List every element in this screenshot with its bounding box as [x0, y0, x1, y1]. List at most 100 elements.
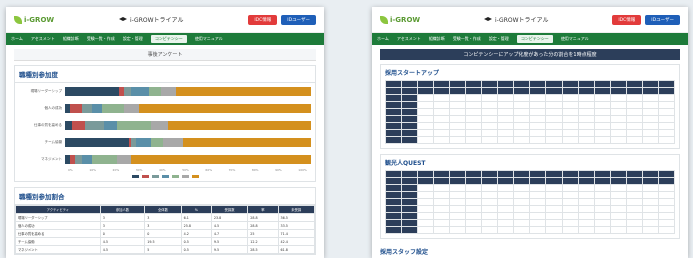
table-cell [641, 87, 659, 95]
table-cell [609, 205, 627, 213]
table-cell [641, 115, 659, 123]
logo-text: i-GROW [390, 15, 421, 24]
chart-row-label: 個人の成功 [44, 106, 63, 110]
stacked-bar [65, 138, 311, 147]
table-cell [449, 219, 467, 227]
bar-segment [74, 155, 83, 164]
nav-settings[interactable]: 設定・管理 [489, 36, 509, 42]
nav-diagnosis[interactable]: 組織診断 [63, 36, 79, 42]
nav-diagnosis[interactable]: 組織診断 [429, 36, 445, 42]
table-cell [561, 198, 579, 206]
table-cell [545, 219, 563, 227]
table-cell [657, 177, 676, 185]
table-cell [465, 184, 483, 192]
legend-swatch [151, 175, 159, 178]
user-button[interactable]: IDユーザー [281, 14, 316, 25]
table-cell [577, 108, 595, 116]
table-cell [561, 115, 579, 123]
table-cell [465, 170, 483, 178]
chart-row: 現場リーダーシップ [15, 83, 315, 100]
nav-competency[interactable]: コンピテンシー [150, 35, 187, 43]
table-cell [513, 184, 531, 192]
table-cell [497, 219, 515, 227]
table-cell [465, 219, 483, 227]
x-tick: 50% [182, 168, 189, 172]
nav-home[interactable]: ホーム [11, 36, 23, 42]
table-row [384, 219, 676, 227]
table-cell [481, 122, 499, 130]
table-cell [593, 101, 611, 109]
table-cell [449, 191, 467, 199]
nav-assessment[interactable]: アセスメント [31, 36, 55, 42]
table-cell [545, 136, 563, 144]
nav-manual[interactable]: 使用マニュアル [561, 36, 589, 42]
table-cell [545, 87, 563, 95]
legend-swatch [131, 175, 139, 178]
table-cell [417, 198, 435, 206]
table-cell [641, 226, 659, 234]
table-cell [641, 212, 659, 220]
user-button[interactable]: IDユーザー [645, 14, 680, 25]
table-cell [545, 184, 563, 192]
table-cell [401, 129, 419, 137]
table-cell [384, 170, 403, 178]
table-cell: 25.8 [180, 221, 212, 230]
table-cell [609, 129, 627, 137]
bar-segment [82, 104, 93, 113]
nav-exam[interactable]: 受験一覧・作成 [453, 36, 481, 42]
bar-segment [92, 104, 102, 113]
table-cell [625, 184, 643, 192]
table-cell: 現場リーダーシップ [15, 213, 101, 222]
table-row [384, 122, 676, 130]
table-cell [433, 115, 451, 123]
table-cell [593, 212, 611, 220]
table-cell [513, 87, 531, 95]
table-cell [401, 205, 419, 213]
legend-swatch [191, 175, 199, 178]
table-cell [433, 122, 451, 130]
table-cell [481, 205, 499, 213]
nav-home[interactable]: ホーム [377, 36, 389, 42]
table-cell [401, 219, 419, 227]
quest-panel: 観光人QUEST [380, 154, 680, 239]
stacked-bar [65, 121, 311, 130]
table-cell [481, 87, 499, 95]
table-cell [433, 80, 451, 88]
legend-swatch [181, 175, 189, 178]
table-cell [609, 80, 627, 88]
chart-row-label: 現場リーダーシップ [30, 89, 62, 93]
table-cell [433, 94, 451, 102]
graduation-cap-icon [119, 17, 127, 21]
bar-segment [82, 155, 93, 164]
table-cell [401, 177, 419, 185]
nav-competency[interactable]: コンピテンシー [516, 35, 553, 43]
table-cell [657, 122, 676, 130]
main-nav: ホーム アセスメント 組織診断 受験一覧・作成 設定・管理 コンピテンシー 使用… [6, 33, 324, 45]
nav-assessment[interactable]: アセスメント [397, 36, 421, 42]
idc-button[interactable]: IDC情報 [248, 14, 278, 25]
table-cell [545, 108, 563, 116]
nav-settings[interactable]: 設定・管理 [123, 36, 143, 42]
table-cell [384, 219, 403, 227]
panel-title: 職種別参加割合 [15, 188, 315, 205]
table-cell [417, 226, 435, 234]
table-cell [433, 177, 451, 185]
table-cell [481, 101, 499, 109]
table-cell [497, 198, 515, 206]
table-cell [641, 101, 659, 109]
bar-segment [160, 87, 176, 96]
table-cell [657, 101, 676, 109]
table-cell [657, 191, 676, 199]
table-cell [625, 205, 643, 213]
table-cell [577, 198, 595, 206]
table-cell [529, 184, 547, 192]
table-cell [577, 212, 595, 220]
table-cell [625, 219, 643, 227]
idc-button[interactable]: IDC情報 [612, 14, 642, 25]
table-cell [481, 226, 499, 234]
nav-manual[interactable]: 使用マニュアル [195, 36, 223, 42]
table-cell [384, 122, 403, 130]
table-cell [449, 226, 467, 234]
nav-exam[interactable]: 受験一覧・作成 [87, 36, 115, 42]
table-cell [625, 80, 643, 88]
